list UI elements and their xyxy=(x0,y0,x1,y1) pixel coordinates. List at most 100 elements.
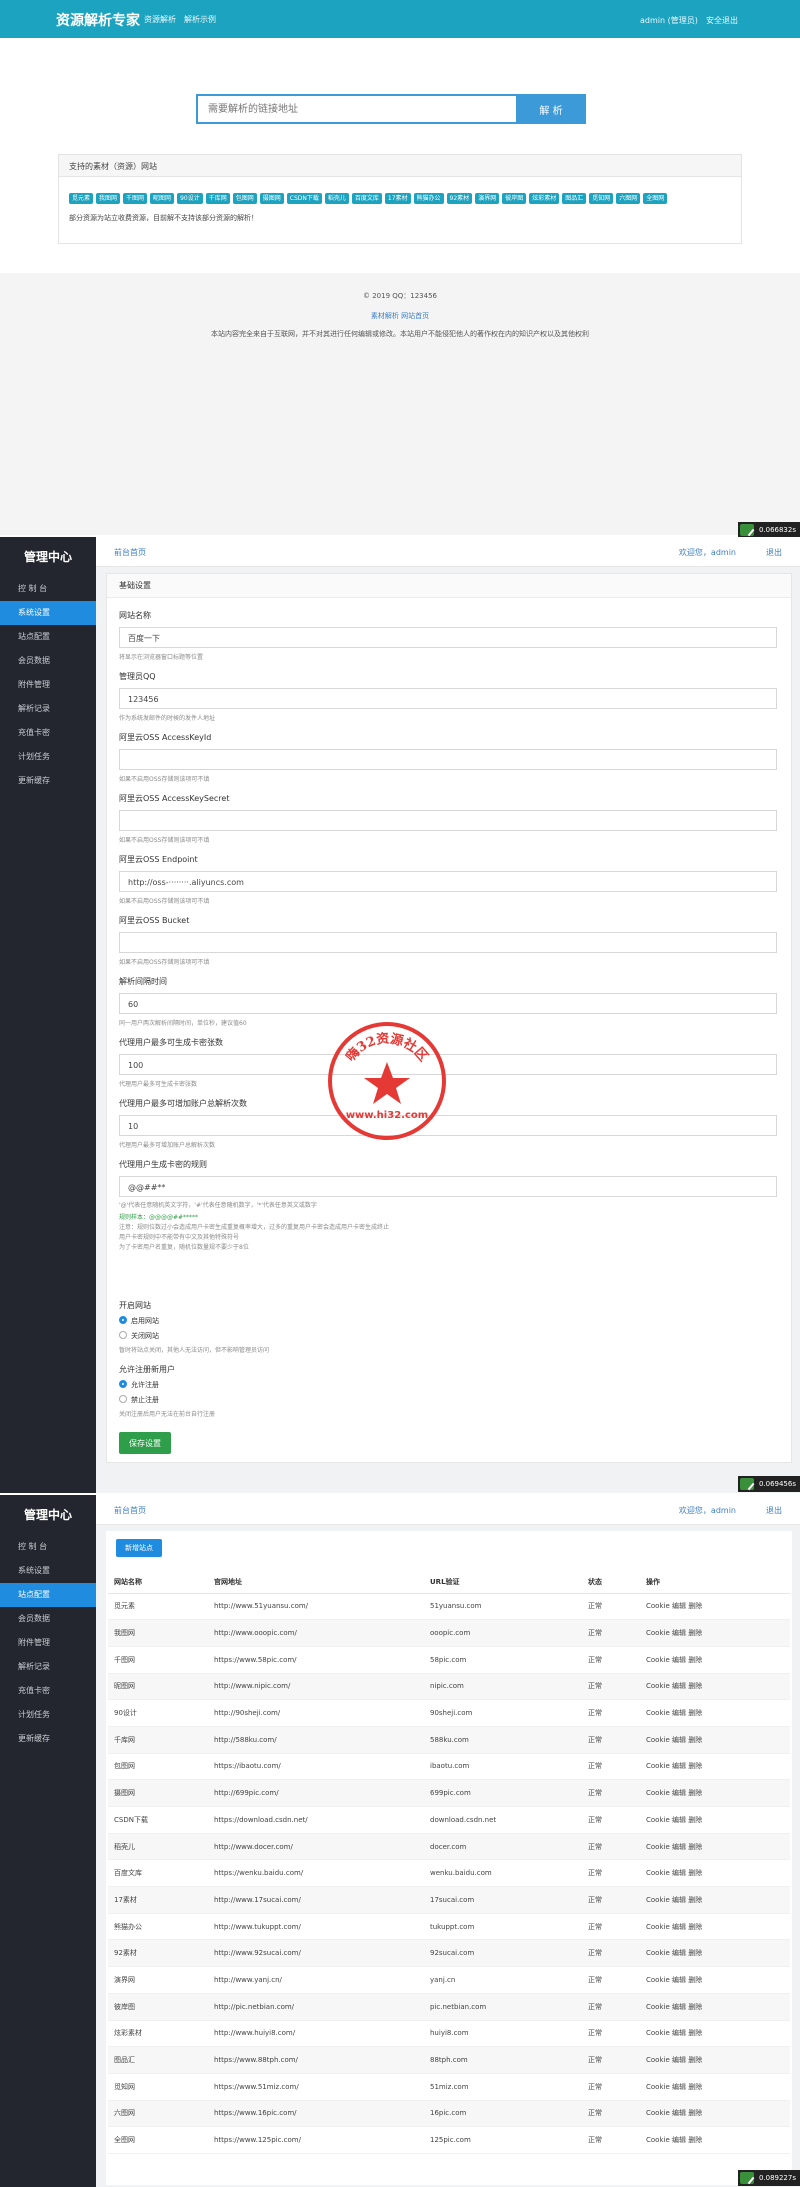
edit-link[interactable]: 编辑 xyxy=(672,1736,686,1744)
cookie-link[interactable]: Cookie xyxy=(646,1896,670,1904)
welcome-user[interactable]: 欢迎您，admin xyxy=(679,547,736,558)
cookie-link[interactable]: Cookie xyxy=(646,1843,670,1851)
cookie-link[interactable]: Cookie xyxy=(646,1736,670,1744)
site-tag[interactable]: 六图网 xyxy=(616,193,641,204)
menu-dashboard[interactable]: 控 制 台 xyxy=(0,577,96,601)
menu-site-config[interactable]: 站点配置 xyxy=(0,1583,96,1607)
save-settings-button[interactable]: 保存设置 xyxy=(119,1432,171,1454)
cookie-link[interactable]: Cookie xyxy=(646,1762,670,1770)
edit-link[interactable]: 编辑 xyxy=(672,1923,686,1931)
site-tag[interactable]: 炫彩素材 xyxy=(529,193,560,204)
menu-members[interactable]: 会员数据 xyxy=(0,1607,96,1631)
menu-dashboard[interactable]: 控 制 台 xyxy=(0,1535,96,1559)
delete-link[interactable]: 删除 xyxy=(688,1843,702,1851)
edit-link[interactable]: 编辑 xyxy=(672,1656,686,1664)
delete-link[interactable]: 删除 xyxy=(688,1656,702,1664)
edit-link[interactable]: 编辑 xyxy=(672,1762,686,1770)
site-tag[interactable]: 千图网 xyxy=(123,193,148,204)
admin-qq-input[interactable]: 123456 xyxy=(119,688,777,709)
delete-link[interactable]: 删除 xyxy=(688,1896,702,1904)
delete-link[interactable]: 删除 xyxy=(688,2003,702,2011)
user-menu[interactable]: admin (管理员) xyxy=(640,15,698,26)
edit-link[interactable]: 编辑 xyxy=(672,2109,686,2117)
delete-link[interactable]: 删除 xyxy=(688,1869,702,1877)
cookie-link[interactable]: Cookie xyxy=(646,1949,670,1957)
parse-count-input[interactable]: 10 xyxy=(119,1115,777,1136)
menu-parse-log[interactable]: 解析记录 xyxy=(0,697,96,721)
edit-link[interactable]: 编辑 xyxy=(672,1682,686,1690)
menu-system-settings[interactable]: 系统设置 xyxy=(0,1559,96,1583)
edit-link[interactable]: 编辑 xyxy=(672,1629,686,1637)
add-site-button[interactable]: 新增站点 xyxy=(116,1539,162,1557)
oss-secret-input[interactable] xyxy=(119,810,777,831)
nav-examples[interactable]: 解析示例 xyxy=(184,14,216,25)
edit-link[interactable]: 编辑 xyxy=(672,1709,686,1717)
edit-link[interactable]: 编辑 xyxy=(672,1976,686,1984)
edit-link[interactable]: 编辑 xyxy=(672,2003,686,2011)
edit-link[interactable]: 编辑 xyxy=(672,1869,686,1877)
site-tag[interactable]: 全图网 xyxy=(643,193,668,204)
edit-link[interactable]: 编辑 xyxy=(672,2083,686,2091)
menu-attachments[interactable]: 附件管理 xyxy=(0,673,96,697)
search-input[interactable] xyxy=(196,94,516,124)
site-tag[interactable]: 千库网 xyxy=(205,193,230,204)
site-tag[interactable]: 稻壳儿 xyxy=(324,193,349,204)
cookie-link[interactable]: Cookie xyxy=(646,1816,670,1824)
site-tag[interactable]: 觅知网 xyxy=(589,193,614,204)
edit-link[interactable]: 编辑 xyxy=(672,1896,686,1904)
site-tag[interactable]: 摄图网 xyxy=(259,193,284,204)
delete-link[interactable]: 删除 xyxy=(688,2056,702,2064)
menu-update-cache[interactable]: 更新缓存 xyxy=(0,769,96,793)
site-tag[interactable]: 百度文库 xyxy=(351,193,382,204)
radio-site-disable[interactable]: 关闭网站 xyxy=(119,1331,779,1341)
menu-system-settings[interactable]: 系统设置 xyxy=(0,601,96,625)
delete-link[interactable]: 删除 xyxy=(688,1789,702,1797)
cookie-link[interactable]: Cookie xyxy=(646,2056,670,2064)
delete-link[interactable]: 删除 xyxy=(688,2029,702,2037)
menu-recharge-cards[interactable]: 充值卡密 xyxy=(0,721,96,745)
cookie-link[interactable]: Cookie xyxy=(646,1629,670,1637)
cookie-link[interactable]: Cookie xyxy=(646,2083,670,2091)
delete-link[interactable]: 删除 xyxy=(688,1736,702,1744)
front-home-link[interactable]: 前台首页 xyxy=(114,547,146,558)
cookie-link[interactable]: Cookie xyxy=(646,1602,670,1610)
card-limit-input[interactable]: 100 xyxy=(119,1054,777,1075)
edit-link[interactable]: 编辑 xyxy=(672,1843,686,1851)
edit-link[interactable]: 编辑 xyxy=(672,2056,686,2064)
site-tag[interactable]: 觅元素 xyxy=(69,193,94,204)
site-tag[interactable]: 90设计 xyxy=(177,193,203,204)
delete-link[interactable]: 删除 xyxy=(688,1923,702,1931)
radio-register-allow[interactable]: 允许注册 xyxy=(119,1380,779,1390)
cookie-link[interactable]: Cookie xyxy=(646,2003,670,2011)
welcome-user[interactable]: 欢迎您，admin xyxy=(679,1505,736,1516)
radio-register-deny[interactable]: 禁止注册 xyxy=(119,1395,779,1405)
front-home-link[interactable]: 前台首页 xyxy=(114,1505,146,1516)
site-tag[interactable]: 我图网 xyxy=(96,193,121,204)
cookie-link[interactable]: Cookie xyxy=(646,1656,670,1664)
site-tag[interactable]: 演界网 xyxy=(475,193,500,204)
cookie-link[interactable]: Cookie xyxy=(646,2136,670,2144)
menu-members[interactable]: 会员数据 xyxy=(0,649,96,673)
brand-logo[interactable]: 资源解析专家 xyxy=(56,10,140,30)
radio-site-enable[interactable]: 启用网站 xyxy=(119,1316,779,1326)
cookie-link[interactable]: Cookie xyxy=(646,1976,670,1984)
cookie-link[interactable]: Cookie xyxy=(646,2029,670,2037)
delete-link[interactable]: 删除 xyxy=(688,1949,702,1957)
site-tag[interactable]: 图品汇 xyxy=(562,193,587,204)
site-tag[interactable]: 包图网 xyxy=(232,193,257,204)
delete-link[interactable]: 删除 xyxy=(688,1816,702,1824)
nav-parse[interactable]: 资源解析 xyxy=(144,14,176,25)
footer-links[interactable]: 素材解析 网站首页 xyxy=(0,311,800,321)
cookie-link[interactable]: Cookie xyxy=(646,1869,670,1877)
site-tag[interactable]: 熊猫办公 xyxy=(413,193,444,204)
site-name-input[interactable]: 百度一下 xyxy=(119,627,777,648)
cookie-link[interactable]: Cookie xyxy=(646,1709,670,1717)
menu-update-cache[interactable]: 更新缓存 xyxy=(0,1727,96,1751)
cookie-link[interactable]: Cookie xyxy=(646,2109,670,2117)
site-tag[interactable]: 彼岸图 xyxy=(502,193,527,204)
delete-link[interactable]: 删除 xyxy=(688,2136,702,2144)
site-tag[interactable]: 17素材 xyxy=(384,193,411,204)
edit-link[interactable]: 编辑 xyxy=(672,2029,686,2037)
delete-link[interactable]: 删除 xyxy=(688,1682,702,1690)
edit-link[interactable]: 编辑 xyxy=(672,2136,686,2144)
